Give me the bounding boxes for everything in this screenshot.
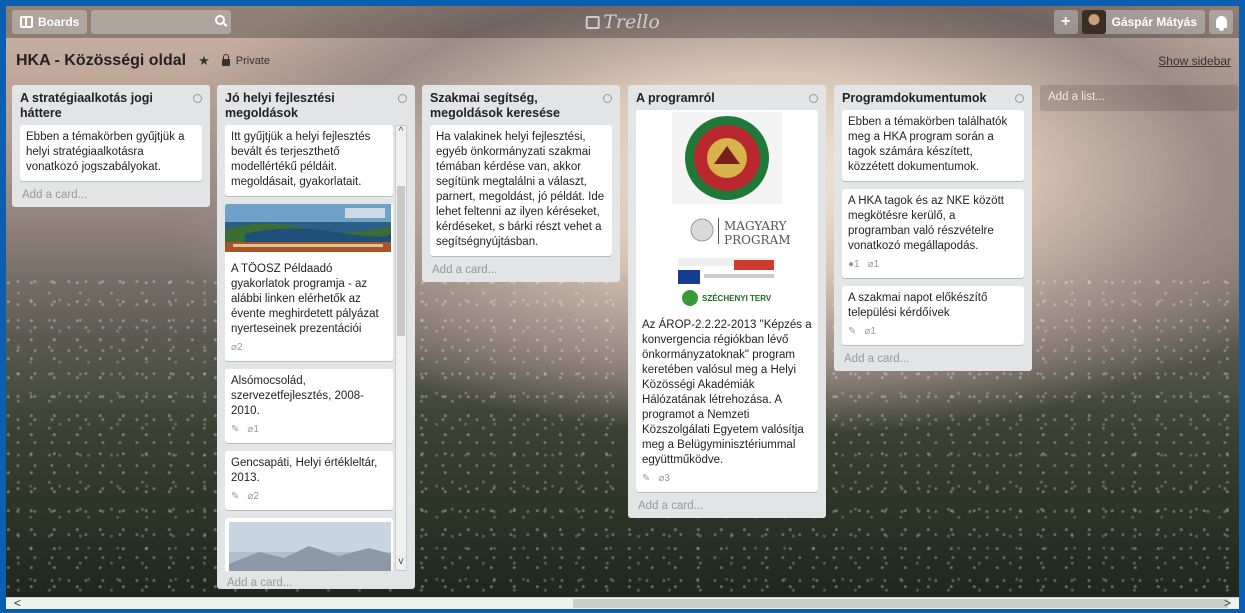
pencil-icon: ✎: [642, 473, 651, 484]
paperclip-icon: ⌀2: [231, 342, 243, 353]
list-menu-icon[interactable]: [1015, 94, 1024, 103]
card-text: Itt gyűjtjük a helyi fejlesztés bevált é…: [231, 131, 371, 188]
add-card-button[interactable]: Add a card...: [221, 577, 411, 589]
bell-icon: [1215, 16, 1227, 31]
scroll-thumb[interactable]: [397, 186, 405, 336]
board-background: Boards Trello + Gáspár Mátyás HKA - Közö…: [6, 6, 1239, 609]
card-cover-image: [229, 522, 391, 571]
list-jo-megoldasok: Jó helyi fejlesztési megoldások Itt gyűj…: [217, 85, 415, 589]
list-cards-scroll: Itt gyűjtjük a helyi fejlesztés bevált é…: [221, 125, 411, 571]
list-title[interactable]: Szakmai segítség, megoldások keresése: [430, 91, 603, 121]
add-card-button[interactable]: Add a card...: [838, 353, 1028, 365]
paperclip-icon: ⌀1: [864, 326, 876, 337]
top-header: Boards Trello + Gáspár Mátyás: [6, 6, 1239, 38]
list-a-programrol: A programról MAGYARY PROGRAM SZÉCHENYI T…: [628, 85, 826, 518]
card-text: A HKA tagok és az NKE között megkötésre …: [848, 195, 1004, 252]
list-scrollbar[interactable]: ^ v: [395, 125, 407, 571]
list-jogi-hattere: A stratégiaalkotás jogi háttere Ebben a …: [12, 85, 210, 207]
privacy-toggle[interactable]: Private: [221, 54, 270, 67]
add-button[interactable]: +: [1053, 10, 1078, 34]
lock-icon: [221, 54, 230, 66]
list-card[interactable]: Itt gyűjtjük a helyi fejlesztés bevált é…: [225, 125, 393, 196]
add-list-button[interactable]: Add a list...: [1040, 85, 1238, 111]
search-input[interactable]: [91, 10, 232, 34]
paperclip-icon: ⌀1: [247, 424, 259, 435]
scroll-down-icon[interactable]: v: [396, 556, 406, 570]
card-text: Ebben a témakörben találhatók meg a HKA …: [848, 116, 1008, 173]
card-cover-image: [225, 204, 393, 257]
show-sidebar-link[interactable]: Show sidebar: [1158, 54, 1231, 68]
pencil-icon: ✎: [231, 491, 240, 502]
member-menu-button[interactable]: Gáspár Mátyás: [1081, 10, 1205, 34]
boards-label: Boards: [38, 15, 80, 29]
star-icon[interactable]: ★: [198, 53, 210, 69]
card-text: Az ÁROP-2.2.22-2013 "Képzés a konvergenc…: [642, 319, 812, 466]
list-menu-icon[interactable]: [193, 94, 202, 103]
trello-logo[interactable]: Trello: [585, 11, 660, 33]
privacy-label: Private: [235, 55, 270, 67]
search-box[interactable]: [91, 10, 232, 34]
card-text: Alsómocsolád, szervezetfejlesztés, 2008-…: [231, 375, 364, 417]
list-title[interactable]: A stratégiaalkotás jogi háttere: [20, 91, 193, 121]
scroll-up-icon[interactable]: ^: [396, 126, 406, 140]
paperclip-icon: ⌀3: [658, 473, 670, 484]
plus-icon: +: [1060, 13, 1071, 30]
logo-text: Trello: [603, 11, 660, 33]
list-card[interactable]: A HKA tagok és az NKE között megkötésre …: [842, 189, 1024, 278]
list-card[interactable]: MAGYARY PROGRAM SZÉCHENYI TERV Az ÁROP-2…: [636, 110, 818, 492]
list-card[interactable]: A szakmai napot előkészítő települési ké…: [842, 286, 1024, 345]
list-menu-icon[interactable]: [809, 94, 818, 103]
list-card[interactable]: Ha valakinek helyi fejlesztési, egyéb ön…: [430, 125, 612, 256]
list-card[interactable]: A TÖOSZ Példaadó gyakorlatok programja -…: [225, 204, 393, 361]
scroll-left-icon[interactable]: <: [14, 596, 21, 610]
paperclip-icon: ⌀2: [247, 491, 259, 502]
add-card-button[interactable]: Add a card...: [426, 264, 616, 276]
list-card[interactable]: Ebben a témakörben találhatók meg a HKA …: [842, 110, 1024, 181]
notifications-button[interactable]: [1209, 10, 1233, 34]
add-card-button[interactable]: Add a card...: [16, 189, 206, 201]
list-title[interactable]: Programdokumentumok: [842, 91, 986, 106]
trello-logo-icon: [585, 15, 600, 29]
card-text: A TÖOSZ Példaadó gyakorlatok programja -…: [231, 263, 379, 335]
list-title[interactable]: Jó helyi fejlesztési megoldások: [225, 91, 398, 121]
card-cover-image: MAGYARY PROGRAM SZÉCHENYI TERV: [636, 110, 818, 313]
add-card-button[interactable]: Add a card...: [632, 500, 822, 512]
card-text: Ebben a témakörben gyűjtjük a helyi stra…: [26, 131, 185, 173]
list-szakmai-segitseg: Szakmai segítség, megoldások keresése Ha…: [422, 85, 620, 282]
list-card[interactable]: Alsómocsolád, szervezetfejlesztés, 2008-…: [225, 369, 393, 443]
comment-icon: ●1: [848, 259, 860, 270]
board-lists: A stratégiaalkotás jogi háttere Ebben a …: [6, 85, 1239, 595]
pencil-icon: ✎: [848, 326, 857, 337]
list-menu-icon[interactable]: [398, 94, 407, 103]
scroll-right-icon[interactable]: >: [1224, 596, 1231, 610]
szechenyi-label: SZÉCHENYI TERV: [702, 294, 772, 303]
boards-icon: [20, 16, 33, 28]
scroll-thumb[interactable]: [573, 599, 1228, 608]
board-header: HKA - Közösségi oldal ★ Private Show sid…: [16, 48, 1231, 74]
avatar: [1081, 10, 1106, 34]
list-card[interactable]: Ebben a témakörben gyűjtjük a helyi stra…: [20, 125, 202, 181]
list-menu-icon[interactable]: [603, 94, 612, 103]
card-text: A szakmai napot előkészítő települési ké…: [848, 292, 988, 319]
list-card[interactable]: [225, 518, 393, 571]
board-title[interactable]: HKA - Közösségi oldal: [16, 52, 186, 70]
magyary-line-2: PROGRAM: [724, 233, 791, 247]
magyary-line-1: MAGYARY: [724, 219, 788, 233]
list-programdokumentumok: Programdokumentumok Ebben a témakörben t…: [834, 85, 1032, 371]
paperclip-icon: ⌀1: [867, 259, 880, 270]
pencil-icon: ✎: [231, 424, 240, 435]
board-horizontal-scrollbar[interactable]: < >: [6, 596, 1239, 610]
card-text: Ha valakinek helyi fejlesztési, egyéb ön…: [436, 131, 605, 248]
list-card[interactable]: Gencsapáti, Helyi értékleltár, 2013. ✎ ⌀2: [225, 451, 393, 510]
user-name: Gáspár Mátyás: [1111, 15, 1197, 29]
list-title[interactable]: A programról: [636, 91, 715, 106]
card-text: Gencsapáti, Helyi értékleltár, 2013.: [231, 457, 378, 484]
search-icon[interactable]: [215, 15, 226, 25]
boards-button[interactable]: Boards: [12, 10, 88, 34]
